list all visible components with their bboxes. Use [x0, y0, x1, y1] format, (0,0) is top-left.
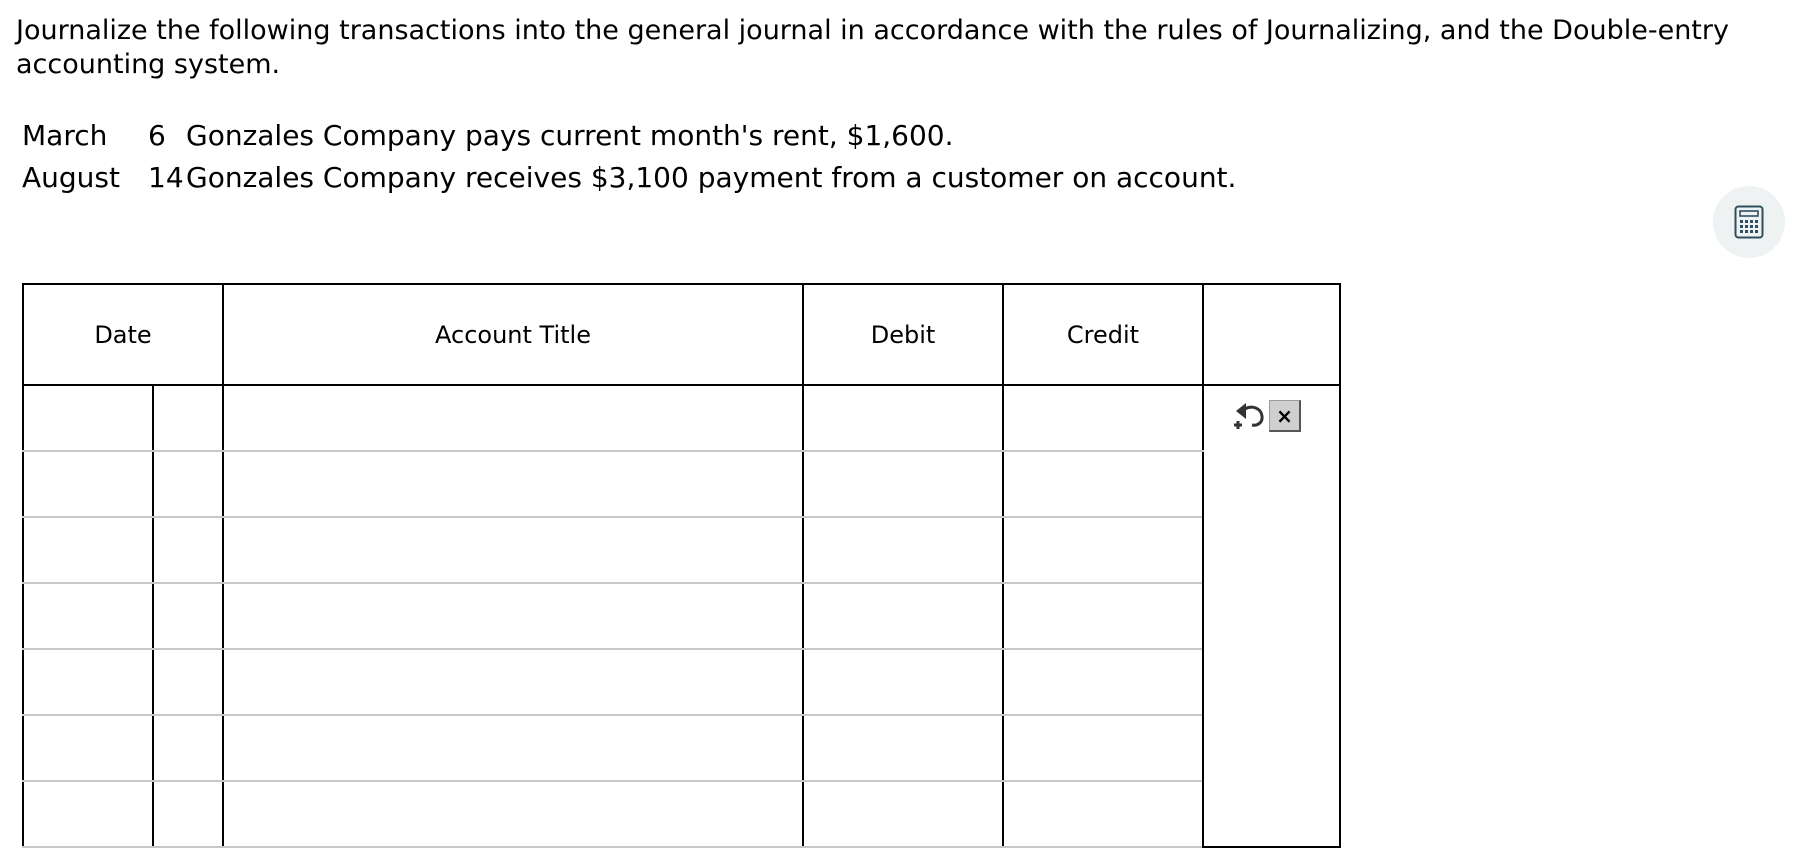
row-actions-cell: ×: [1202, 385, 1341, 848]
journal-row: [22, 517, 1340, 584]
journal-table: Date Account Title Debit Credit ×: [22, 283, 1341, 848]
account-title-input[interactable]: [224, 452, 802, 516]
credit-input[interactable]: [1004, 716, 1202, 780]
account-title-input[interactable]: [224, 782, 802, 846]
actions-header: [1202, 283, 1341, 386]
calculator-button[interactable]: [1713, 186, 1785, 258]
account-title-input[interactable]: [224, 386, 802, 450]
debit-input[interactable]: [804, 782, 1002, 846]
date-month-input[interactable]: [24, 386, 152, 450]
date-day-input[interactable]: [154, 386, 222, 450]
date-day-input[interactable]: [154, 452, 222, 516]
transaction-day: 6: [148, 119, 166, 152]
credit-header: Credit: [1002, 283, 1204, 386]
instructions-text: Journalize the following transactions in…: [16, 15, 1729, 80]
date-month-input[interactable]: [24, 716, 152, 780]
transaction-month: August: [22, 161, 120, 194]
date-month-input[interactable]: [24, 782, 152, 846]
date-header: Date: [22, 283, 224, 386]
calculator-icon: [1734, 205, 1764, 239]
clear-row-icon[interactable]: ×: [1269, 400, 1301, 432]
date-day-input[interactable]: [154, 518, 222, 582]
debit-input[interactable]: [804, 386, 1002, 450]
date-month-input[interactable]: [24, 452, 152, 516]
date-day-input[interactable]: [154, 782, 222, 846]
transaction-item: March 6 Gonzales Company pays current mo…: [22, 115, 1236, 157]
account-title-header: Account Title: [222, 283, 804, 386]
date-month-input[interactable]: [24, 650, 152, 714]
journal-row: [22, 583, 1340, 650]
journal-row: [22, 715, 1340, 782]
date-month-input[interactable]: [24, 584, 152, 648]
credit-input[interactable]: [1004, 782, 1202, 846]
journal-row: [22, 451, 1340, 518]
date-day-input[interactable]: [154, 716, 222, 780]
account-title-input[interactable]: [224, 716, 802, 780]
credit-input[interactable]: [1004, 518, 1202, 582]
debit-input[interactable]: [804, 452, 1002, 516]
debit-header: Debit: [802, 283, 1004, 386]
account-title-input[interactable]: [224, 518, 802, 582]
transaction-list: March 6 Gonzales Company pays current mo…: [22, 115, 1236, 199]
credit-input[interactable]: [1004, 584, 1202, 648]
journal-header-row: Date Account Title Debit Credit: [22, 283, 1341, 386]
journal-row: [22, 781, 1340, 848]
transaction-day: 14: [148, 161, 184, 194]
credit-input[interactable]: [1004, 650, 1202, 714]
date-month-input[interactable]: [24, 518, 152, 582]
debit-input[interactable]: [804, 584, 1002, 648]
journal-row: [22, 649, 1340, 716]
credit-input[interactable]: [1004, 452, 1202, 516]
credit-input[interactable]: [1004, 386, 1202, 450]
date-day-input[interactable]: [154, 584, 222, 648]
journal-row: ×: [22, 385, 1341, 848]
general-journal: Date Account Title Debit Credit ×: [22, 283, 1341, 848]
row-actions: ×: [1232, 400, 1301, 432]
debit-input[interactable]: [804, 518, 1002, 582]
undo-icon[interactable]: [1232, 401, 1266, 431]
transaction-item: August 14 Gonzales Company receives $3,1…: [22, 157, 1236, 199]
transaction-description: Gonzales Company pays current month's re…: [186, 119, 954, 152]
transaction-description: Gonzales Company receives $3,100 payment…: [186, 161, 1237, 194]
debit-input[interactable]: [804, 650, 1002, 714]
transaction-month: March: [22, 119, 108, 152]
debit-input[interactable]: [804, 716, 1002, 780]
date-day-input[interactable]: [154, 650, 222, 714]
account-title-input[interactable]: [224, 584, 802, 648]
account-title-input[interactable]: [224, 650, 802, 714]
